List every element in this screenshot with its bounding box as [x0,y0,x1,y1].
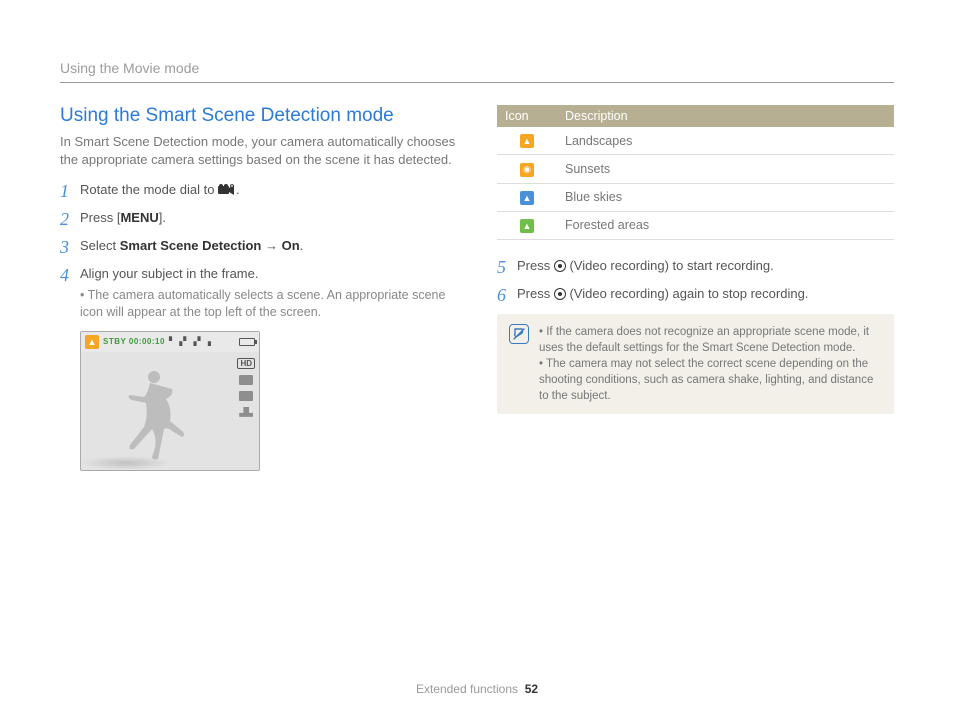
th-desc: Description [557,105,894,127]
step-4-sub: The camera automatically selects a scene… [80,287,457,321]
landscape-icon: ▲ [520,134,534,148]
camera-status-bar: ▲ STBY 00:00:10 ▘▗▘▗▘▗ [81,332,259,352]
record-button-icon [554,288,566,300]
note-1: If the camera does not recognize an appr… [539,324,882,356]
step-3-text: Select Smart Scene Detection → On. [80,238,457,253]
camera-preview: ▲ STBY 00:00:10 ▘▗▘▗▘▗ HD [80,331,260,471]
note-2: The camera may not select the correct sc… [539,356,882,404]
step-5-post: (Video recording) to start recording. [566,258,774,273]
side-icon-stack: HD [237,358,255,417]
step-number: 2 [60,210,80,228]
left-column: Using the Smart Scene Detection mode In … [60,105,457,471]
page-footer: Extended functions 52 [0,682,954,696]
stby-label: STBY 00:00:10 [103,337,165,346]
table-row: ◉ Sunsets [497,155,894,184]
table-row: ▲ Landscapes [497,127,894,155]
cell-forested: Forested areas [557,211,894,239]
intro-text: In Smart Scene Detection mode, your came… [60,133,457,168]
forest-icon: ▲ [520,219,534,233]
step-2-pre: Press [ [80,210,120,225]
scene-icon: ▲ [85,335,99,349]
voice-icon [239,375,253,385]
note-list: If the camera does not recognize an appr… [539,324,882,404]
step-5-text: Press (Video recording) to start recordi… [517,258,894,273]
table-row: ▲ Blue skies [497,183,894,211]
ois-icon [239,407,253,417]
step-6-post: (Video recording) again to stop recordin… [566,286,809,301]
step-4-sublist: The camera automatically selects a scene… [80,287,457,321]
step-2-post: ]. [159,210,166,225]
step-1-pre: Rotate the mode dial to [80,182,218,197]
note-box: If the camera does not recognize an appr… [497,314,894,414]
step-number: 6 [497,286,517,304]
live-icon [239,391,253,401]
movie-camera-icon [218,184,236,199]
on-label: On [282,238,300,253]
step-2-text: Press [MENU]. [80,210,457,225]
step-6-pre: Press [517,286,554,301]
cell-sunsets: Sunsets [557,155,894,184]
step-4-main: Align your subject in the frame. [80,266,258,281]
step-3-post: . [300,238,304,253]
step-number: 3 [60,238,80,256]
step-number: 1 [60,182,80,200]
filmstrip-icon: ▘▗▘▗▘▗ [169,337,235,346]
record-button-icon [554,260,566,272]
dancer-silhouette-icon [116,365,186,460]
menu-label: MENU [120,210,158,225]
cell-landscapes: Landscapes [557,127,894,155]
sunset-icon: ◉ [520,163,534,177]
scene-table: Icon Description ▲ Landscapes ◉ Sunsets … [497,105,894,240]
right-column: Icon Description ▲ Landscapes ◉ Sunsets … [497,105,894,471]
step-6-text: Press (Video recording) again to stop re… [517,286,894,301]
breadcrumb: Using the Movie mode [60,60,894,83]
hd-icon: HD [237,358,255,369]
step-1-post: . [236,182,240,197]
step-number: 4 [60,266,80,284]
step-1-text: Rotate the mode dial to . [80,182,457,199]
steps-list-right: 5 Press (Video recording) to start recor… [497,258,894,304]
th-icon: Icon [497,105,557,127]
footer-section: Extended functions [416,682,518,696]
sky-icon: ▲ [520,191,534,205]
arrow: → [261,238,281,253]
step-5-pre: Press [517,258,554,273]
smart-scene-label: Smart Scene Detection [120,238,262,253]
step-number: 5 [497,258,517,276]
section-title: Using the Smart Scene Detection mode [60,105,457,127]
step-4-text: Align your subject in the frame. The cam… [80,266,457,321]
footer-page: 52 [525,682,538,696]
steps-list: 1 Rotate the mode dial to . 2 Press [MEN… [60,182,457,321]
table-row: ▲ Forested areas [497,211,894,239]
shadow [81,456,171,470]
step-3-pre: Select [80,238,120,253]
battery-icon [239,338,255,346]
cell-blue-skies: Blue skies [557,183,894,211]
note-icon [509,324,529,344]
